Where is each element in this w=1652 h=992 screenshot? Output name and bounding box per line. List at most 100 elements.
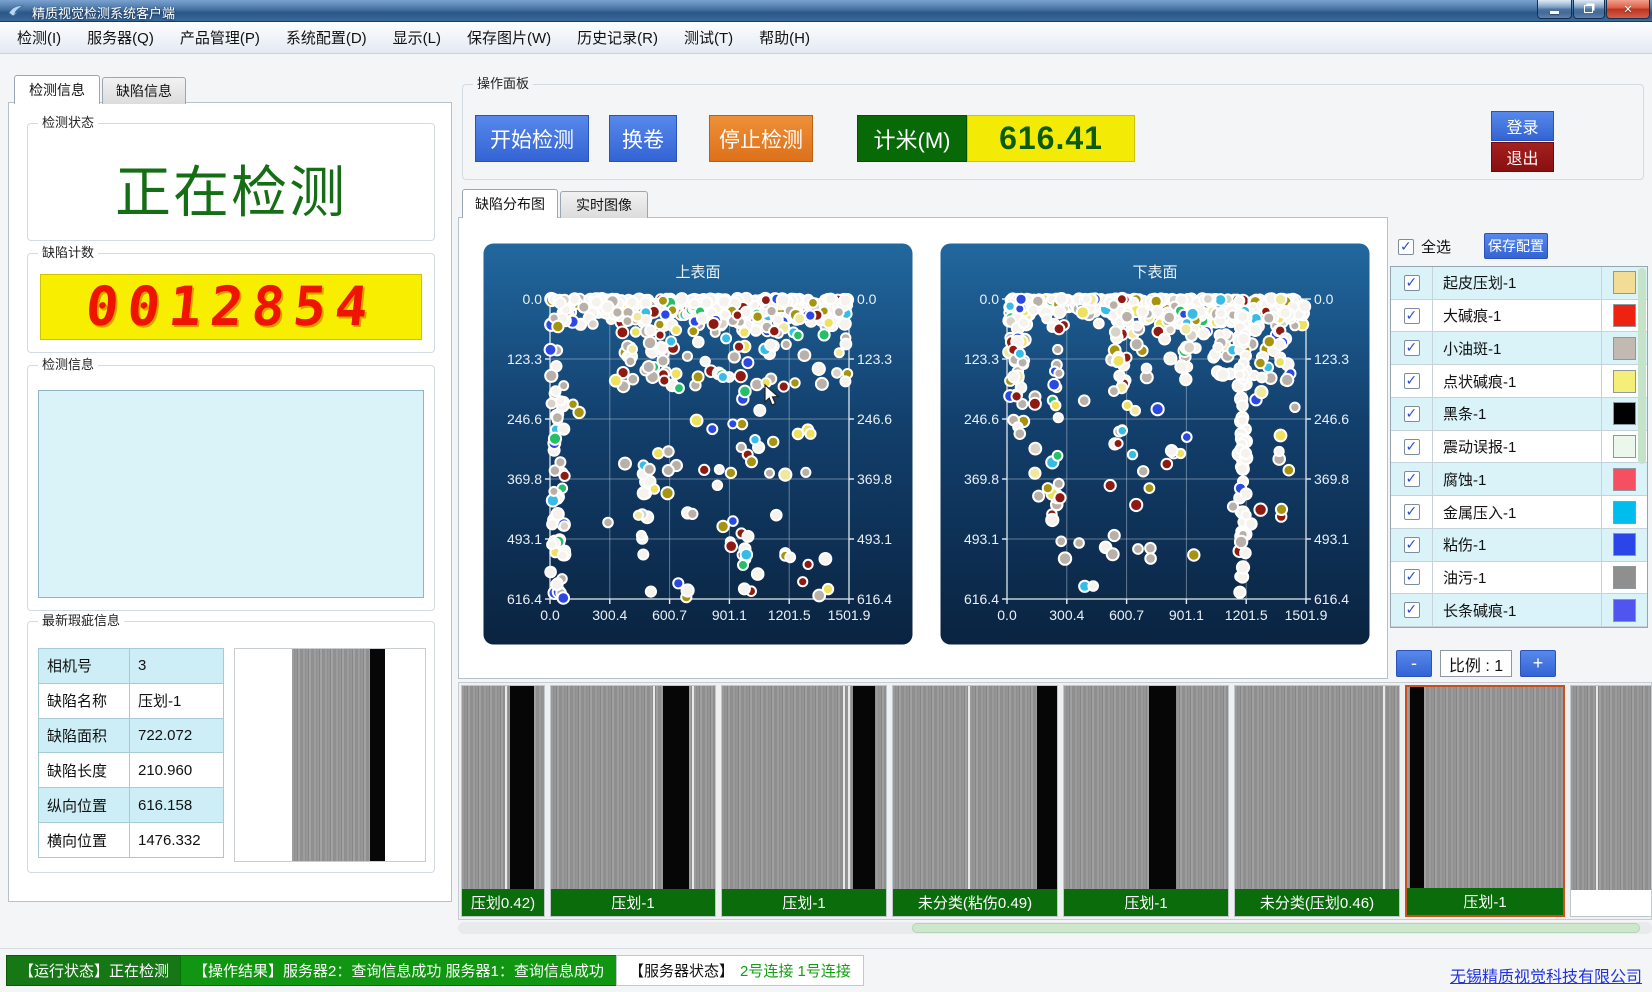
defect-stripe bbox=[370, 649, 385, 861]
row-key: 纵向位置 bbox=[39, 788, 130, 823]
defect-thumbnail[interactable]: 压划0.42) bbox=[461, 685, 545, 917]
thumbnail-image bbox=[462, 686, 544, 890]
svg-text:901.1: 901.1 bbox=[712, 607, 747, 623]
svg-text:0.0: 0.0 bbox=[540, 607, 560, 623]
legend-item[interactable]: 小油斑-1 bbox=[1391, 332, 1647, 365]
legend-item[interactable]: 起皮压划-1 bbox=[1391, 267, 1647, 300]
svg-text:246.6: 246.6 bbox=[857, 411, 892, 427]
svg-text:1201.5: 1201.5 bbox=[768, 607, 811, 623]
svg-text:600.7: 600.7 bbox=[1109, 607, 1144, 623]
close-button[interactable]: ✕ bbox=[1606, 0, 1650, 19]
minimize-button[interactable] bbox=[1537, 0, 1572, 19]
svg-text:123.3: 123.3 bbox=[507, 351, 542, 367]
color-swatch bbox=[1613, 304, 1636, 327]
table-row: 缺陷长度 210.960 bbox=[39, 753, 224, 788]
thumbnail-label: 未分类(粘伤0.49) bbox=[893, 889, 1057, 916]
legend-label: 震动误报-1 bbox=[1433, 436, 1601, 457]
defect-thumbnail[interactable]: 压划-1 bbox=[1063, 685, 1229, 917]
scale-plus-button[interactable]: + bbox=[1520, 650, 1556, 677]
tab-defect-map[interactable]: 缺陷分布图 bbox=[462, 189, 558, 218]
menu-item-config[interactable]: 系统配置(D) bbox=[273, 22, 380, 53]
legend-checkbox[interactable] bbox=[1404, 373, 1420, 389]
select-all-checkbox[interactable] bbox=[1398, 239, 1414, 255]
stop-detect-button[interactable]: 停止检测 bbox=[709, 115, 813, 162]
legend-scrollbar[interactable] bbox=[1638, 268, 1646, 464]
legend-item[interactable]: 点状碱痕-1 bbox=[1391, 365, 1647, 398]
tab-live-image[interactable]: 实时图像 bbox=[560, 191, 648, 218]
legend-checkbox[interactable] bbox=[1404, 406, 1420, 422]
latest-defect-label: 最新瑕疵信息 bbox=[38, 613, 124, 629]
legend-item[interactable]: 腐蚀-1 bbox=[1391, 463, 1647, 496]
detect-status-group: 检测状态 正在检测 bbox=[27, 123, 435, 241]
thumbnail-scrollbar[interactable] bbox=[458, 922, 1652, 934]
legend-checkbox[interactable] bbox=[1404, 308, 1420, 324]
defect-count-group: 缺陷计数 0012854 bbox=[27, 253, 435, 353]
start-detect-button[interactable]: 开始检测 bbox=[475, 115, 589, 162]
tab-live-image-label: 实时图像 bbox=[576, 195, 632, 215]
menu-item-help[interactable]: 帮助(H) bbox=[746, 22, 823, 53]
tab-defect-info[interactable]: 缺陷信息 bbox=[102, 77, 186, 104]
legend-checkbox[interactable] bbox=[1404, 504, 1420, 520]
tab-detect-info[interactable]: 检测信息 bbox=[14, 75, 100, 104]
table-row: 相机号 3 bbox=[39, 649, 224, 684]
legend-checkbox[interactable] bbox=[1404, 275, 1420, 291]
legend-checkbox[interactable] bbox=[1404, 569, 1420, 585]
svg-text:369.8: 369.8 bbox=[507, 471, 542, 487]
table-row: 横向位置 1476.332 bbox=[39, 823, 224, 858]
meter-label: 计米(M) bbox=[857, 115, 967, 162]
table-row: 纵向位置 616.158 bbox=[39, 788, 224, 823]
legend-item[interactable]: 震动误报-1 bbox=[1391, 431, 1647, 464]
legend-item[interactable]: 黑条-1 bbox=[1391, 398, 1647, 431]
defect-thumbnail[interactable]: 未分类(压划0.46) bbox=[1234, 685, 1400, 917]
legend-item[interactable]: 粘伤-1 bbox=[1391, 529, 1647, 562]
legend-item[interactable]: 大碱痕-1 bbox=[1391, 300, 1647, 333]
legend-checkbox[interactable] bbox=[1404, 537, 1420, 553]
thumbnail-label: 压划-1 bbox=[722, 889, 886, 916]
maximize-button[interactable] bbox=[1573, 0, 1605, 19]
legend-label: 长条碱痕-1 bbox=[1433, 600, 1601, 621]
svg-text:493.1: 493.1 bbox=[1314, 531, 1349, 547]
change-roll-button[interactable]: 换卷 bbox=[609, 115, 677, 162]
exit-button[interactable]: 退出 bbox=[1491, 142, 1554, 172]
legend-checkbox[interactable] bbox=[1404, 602, 1420, 618]
defect-count-value: 0012854 bbox=[83, 280, 379, 334]
menu-item-save-image[interactable]: 保存图片(W) bbox=[454, 22, 564, 53]
legend-checkbox[interactable] bbox=[1404, 439, 1420, 455]
defect-thumbnail[interactable]: 未分类(粘伤0.49) bbox=[892, 685, 1058, 917]
menu-bar: 检测(I) 服务器(Q) 产品管理(P) 系统配置(D) 显示(L) 保存图片(… bbox=[0, 22, 1652, 54]
scale-minus-button[interactable]: - bbox=[1396, 650, 1432, 677]
menu-item-server[interactable]: 服务器(Q) bbox=[74, 22, 167, 53]
app-icon bbox=[8, 3, 24, 19]
detect-info-panel: 检测状态 正在检测 缺陷计数 0012854 检测信息 最新瑕疵信息 相机号 3… bbox=[8, 102, 452, 902]
thumbnail-image bbox=[722, 686, 886, 890]
thumbnail-image bbox=[551, 686, 715, 890]
company-link[interactable]: 无锡精质视觉科技有限公司 bbox=[1450, 963, 1642, 987]
thumbnail-label: 压划-1 bbox=[1407, 888, 1563, 915]
svg-text:1501.9: 1501.9 bbox=[1285, 607, 1328, 623]
detect-status-label: 检测状态 bbox=[38, 115, 98, 131]
menu-item-detect[interactable]: 检测(I) bbox=[4, 22, 74, 53]
legend-item[interactable]: 金属压入-1 bbox=[1391, 496, 1647, 529]
scrollbar-thumb[interactable] bbox=[912, 923, 1640, 933]
defect-thumbnail[interactable]: 压划-1 bbox=[550, 685, 716, 917]
svg-text:600.7: 600.7 bbox=[652, 607, 687, 623]
login-button[interactable]: 登录 bbox=[1491, 111, 1554, 141]
legend-checkbox[interactable] bbox=[1404, 340, 1420, 356]
defect-thumbnail[interactable] bbox=[1570, 685, 1652, 917]
defect-thumbnail-selected[interactable]: 压划-1 bbox=[1405, 685, 1565, 917]
svg-text:300.4: 300.4 bbox=[592, 607, 627, 623]
legend-item[interactable]: 长条碱痕-1 bbox=[1391, 594, 1647, 627]
svg-text:123.3: 123.3 bbox=[964, 351, 999, 367]
thumbnail-image bbox=[1407, 687, 1563, 891]
defect-thumbnail[interactable]: 压划-1 bbox=[721, 685, 887, 917]
menu-item-product[interactable]: 产品管理(P) bbox=[167, 22, 273, 53]
defect-count-display: 0012854 bbox=[40, 274, 422, 340]
save-config-button[interactable]: 保存配置 bbox=[1484, 233, 1548, 259]
menu-item-history[interactable]: 历史记录(R) bbox=[564, 22, 671, 53]
menu-item-display[interactable]: 显示(L) bbox=[380, 22, 454, 53]
legend-checkbox[interactable] bbox=[1404, 471, 1420, 487]
row-value: 1476.332 bbox=[129, 823, 223, 858]
select-all-row: 全选 bbox=[1398, 236, 1451, 257]
menu-item-test[interactable]: 测试(T) bbox=[671, 22, 746, 53]
legend-item[interactable]: 油污-1 bbox=[1391, 562, 1647, 595]
